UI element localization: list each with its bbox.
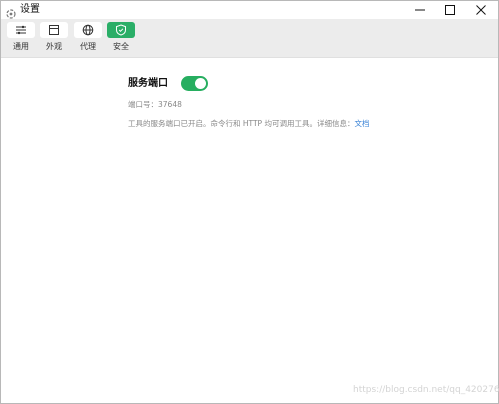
app-logo-icon [6,4,16,19]
tab-appearance[interactable]: 外观 [39,22,69,52]
tab-proxy[interactable]: 代理 [73,22,103,52]
description-text: 工具的服务端口已开启。命令行和 HTTP 均可调用工具。详细信息： [128,119,355,128]
close-icon [476,5,486,15]
settings-toolbar: 通用 外观 代理 安全 [1,19,498,58]
security-settings-panel: 服务端口 端口号：37648 工具的服务端口已开启。命令行和 HTTP 均可调用… [1,58,499,403]
title-bar[interactable]: 设置 [1,1,498,19]
service-port-description: 工具的服务端口已开启。命令行和 HTTP 均可调用工具。详细信息：文档 [128,119,369,129]
port-number-text: 端口号：37648 [128,100,182,109]
tab-security[interactable]: 安全 [106,22,136,52]
window-icon [49,25,59,35]
tab-appearance-label: 外观 [46,42,62,51]
service-port-title: 服务端口 [128,78,168,89]
minimize-icon [415,9,425,11]
tab-general[interactable]: 通用 [6,22,36,52]
toggle-knob [195,78,206,89]
settings-window: 设置 通用 外观 代理 安全 服务端口 端口号：37648 工具的服务端口已开启… [0,0,499,404]
globe-icon [82,24,94,36]
tab-general-icon-box[interactable] [7,22,35,38]
tab-security-icon-box[interactable] [107,22,135,38]
docs-link[interactable]: 文档 [354,119,369,128]
minimize-button[interactable] [405,1,435,19]
sliders-icon [16,25,26,35]
shield-icon [116,24,126,36]
maximize-button[interactable] [435,1,465,19]
close-button[interactable] [466,1,496,19]
tab-security-label: 安全 [113,42,129,51]
tab-proxy-label: 代理 [80,42,96,51]
service-port-toggle[interactable] [181,76,208,91]
tab-proxy-icon-box[interactable] [74,22,102,38]
window-title: 设置 [20,4,40,15]
maximize-icon [445,5,455,15]
tab-appearance-icon-box[interactable] [40,22,68,38]
tab-general-label: 通用 [13,42,29,51]
watermark: https://blog.csdn.net/qq_42027681 [353,385,499,395]
